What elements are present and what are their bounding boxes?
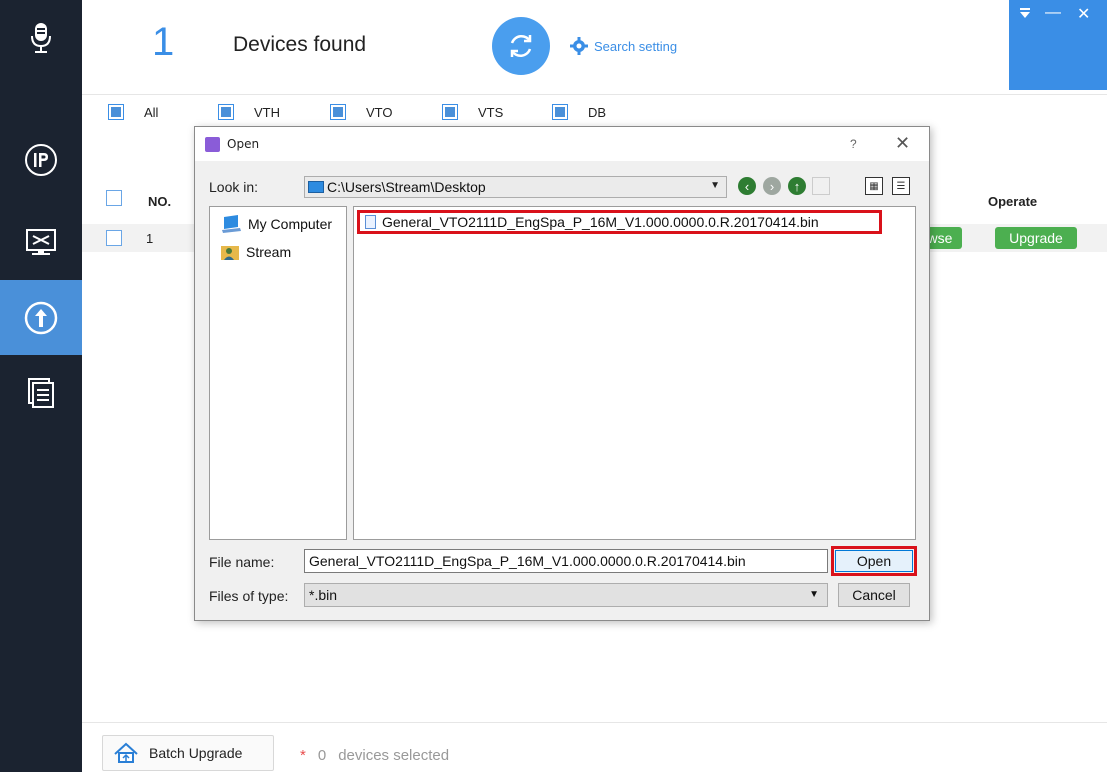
cancel-button[interactable]: Cancel bbox=[838, 583, 910, 607]
upgrade-nav-icon[interactable] bbox=[0, 280, 82, 355]
detail-view-icon[interactable]: ☰ bbox=[892, 177, 910, 195]
place-stream[interactable]: Stream bbox=[220, 243, 291, 261]
filter-db-label: DB bbox=[588, 104, 607, 120]
new-folder-icon[interactable] bbox=[812, 177, 830, 195]
search-setting-label: Search setting bbox=[594, 38, 678, 54]
open-file-dialog: Open ? ✕ Look in: C:\Users\Stream\Deskto… bbox=[194, 126, 930, 621]
devices-found-label: Devices found bbox=[233, 33, 367, 56]
batch-upgrade-icon bbox=[114, 742, 138, 763]
help-icon[interactable]: ? bbox=[850, 137, 857, 151]
forward-icon[interactable]: › bbox=[763, 177, 781, 195]
required-star: * bbox=[300, 747, 306, 764]
dialog-titlebar: Open ? ✕ bbox=[195, 127, 929, 161]
row-number: 1 bbox=[146, 231, 154, 246]
file-icon bbox=[365, 215, 376, 229]
refresh-button[interactable] bbox=[492, 17, 550, 75]
close-window-icon[interactable]: ✕ bbox=[1077, 4, 1090, 24]
chevron-down-icon: ▼ bbox=[809, 589, 819, 600]
file-item-highlighted[interactable]: General_VTO2111D_EngSpa_P_16M_V1.000.000… bbox=[357, 210, 882, 234]
look-in-path: C:\Users\Stream\Desktop bbox=[327, 179, 486, 195]
minimize-icon[interactable]: — bbox=[1045, 4, 1061, 22]
desktop-folder-icon bbox=[308, 181, 324, 193]
batch-upgrade-button[interactable]: Batch Upgrade bbox=[102, 735, 274, 771]
dropdown-menu-icon[interactable] bbox=[1019, 6, 1031, 24]
app-window: 1 Devices found Search setting — ✕ All V… bbox=[0, 0, 1107, 772]
dialog-app-icon bbox=[205, 137, 220, 152]
computer-icon bbox=[222, 215, 241, 233]
window-controls: — ✕ bbox=[1009, 0, 1107, 90]
ip-search-icon[interactable] bbox=[0, 122, 82, 197]
selected-count: 0 bbox=[317, 747, 327, 764]
sidebar bbox=[0, 0, 82, 772]
header: 1 Devices found Search setting — ✕ bbox=[82, 0, 1107, 95]
open-button-highlight: Open bbox=[831, 546, 917, 576]
filter-vts-checkbox[interactable] bbox=[442, 104, 458, 120]
files-of-type-value: *.bin bbox=[309, 587, 338, 603]
look-in-combobox[interactable]: C:\Users\Stream\Desktop ▼ bbox=[304, 176, 727, 198]
file-name-input[interactable]: General_VTO2111D_EngSpa_P_16M_V1.000.000… bbox=[304, 549, 828, 573]
sidebar-places: My Computer Stream bbox=[209, 206, 347, 540]
footer: Batch Upgrade * 0 devices selected bbox=[82, 722, 1107, 772]
column-operate: Operate bbox=[988, 194, 1038, 209]
filter-vts-label: VTS bbox=[478, 104, 504, 120]
filter-vth-label: VTH bbox=[254, 104, 280, 120]
microphone-icon[interactable] bbox=[0, 0, 82, 75]
file-list: General_VTO2111D_EngSpa_P_16M_V1.000.000… bbox=[353, 206, 916, 540]
select-all-checkbox[interactable] bbox=[106, 190, 122, 206]
dialog-title: Open bbox=[227, 137, 260, 151]
device-count: 1 bbox=[152, 20, 175, 64]
column-no: NO. bbox=[148, 194, 172, 209]
place-label: Stream bbox=[246, 244, 292, 260]
search-setting-link[interactable]: Search setting bbox=[570, 37, 677, 55]
back-icon[interactable]: ‹ bbox=[738, 177, 756, 195]
dialog-close-icon[interactable]: ✕ bbox=[895, 133, 910, 154]
filter-vto[interactable]: VTO bbox=[330, 104, 393, 120]
filter-all[interactable]: All bbox=[108, 104, 158, 120]
place-label: My Computer bbox=[248, 216, 333, 232]
device-config-icon[interactable] bbox=[0, 205, 82, 280]
batch-upgrade-label: Batch Upgrade bbox=[149, 745, 243, 761]
gear-icon bbox=[570, 37, 588, 55]
selection-status: * 0 devices selected bbox=[300, 747, 449, 764]
filter-vth-checkbox[interactable] bbox=[218, 104, 234, 120]
open-button[interactable]: Open bbox=[835, 550, 913, 572]
files-of-type-combobox[interactable]: *.bin ▼ bbox=[304, 583, 828, 607]
filter-all-checkbox[interactable] bbox=[108, 104, 124, 120]
filter-vth[interactable]: VTH bbox=[218, 104, 280, 120]
filter-all-label: All bbox=[144, 104, 159, 120]
filter-db[interactable]: DB bbox=[552, 104, 606, 120]
place-my-computer[interactable]: My Computer bbox=[220, 215, 332, 233]
files-of-type-label: Files of type: bbox=[209, 588, 289, 604]
look-in-label: Look in: bbox=[209, 179, 259, 195]
upgrade-button[interactable]: Upgrade bbox=[995, 227, 1077, 249]
list-view-icon[interactable]: ▦ bbox=[865, 177, 883, 195]
parent-folder-icon[interactable]: ↑ bbox=[788, 177, 806, 195]
user-folder-icon bbox=[221, 246, 239, 260]
filter-vto-label: VTO bbox=[366, 104, 393, 120]
file-name: General_VTO2111D_EngSpa_P_16M_V1.000.000… bbox=[382, 214, 819, 230]
filter-vto-checkbox[interactable] bbox=[330, 104, 346, 120]
filter-vts[interactable]: VTS bbox=[442, 104, 503, 120]
filter-db-checkbox[interactable] bbox=[552, 104, 568, 120]
refresh-icon bbox=[510, 34, 532, 58]
device-list-icon[interactable] bbox=[0, 355, 82, 430]
selected-label: devices selected bbox=[338, 747, 450, 764]
file-name-label: File name: bbox=[209, 554, 275, 570]
row-checkbox[interactable] bbox=[106, 230, 122, 246]
chevron-down-icon: ▼ bbox=[710, 180, 720, 191]
